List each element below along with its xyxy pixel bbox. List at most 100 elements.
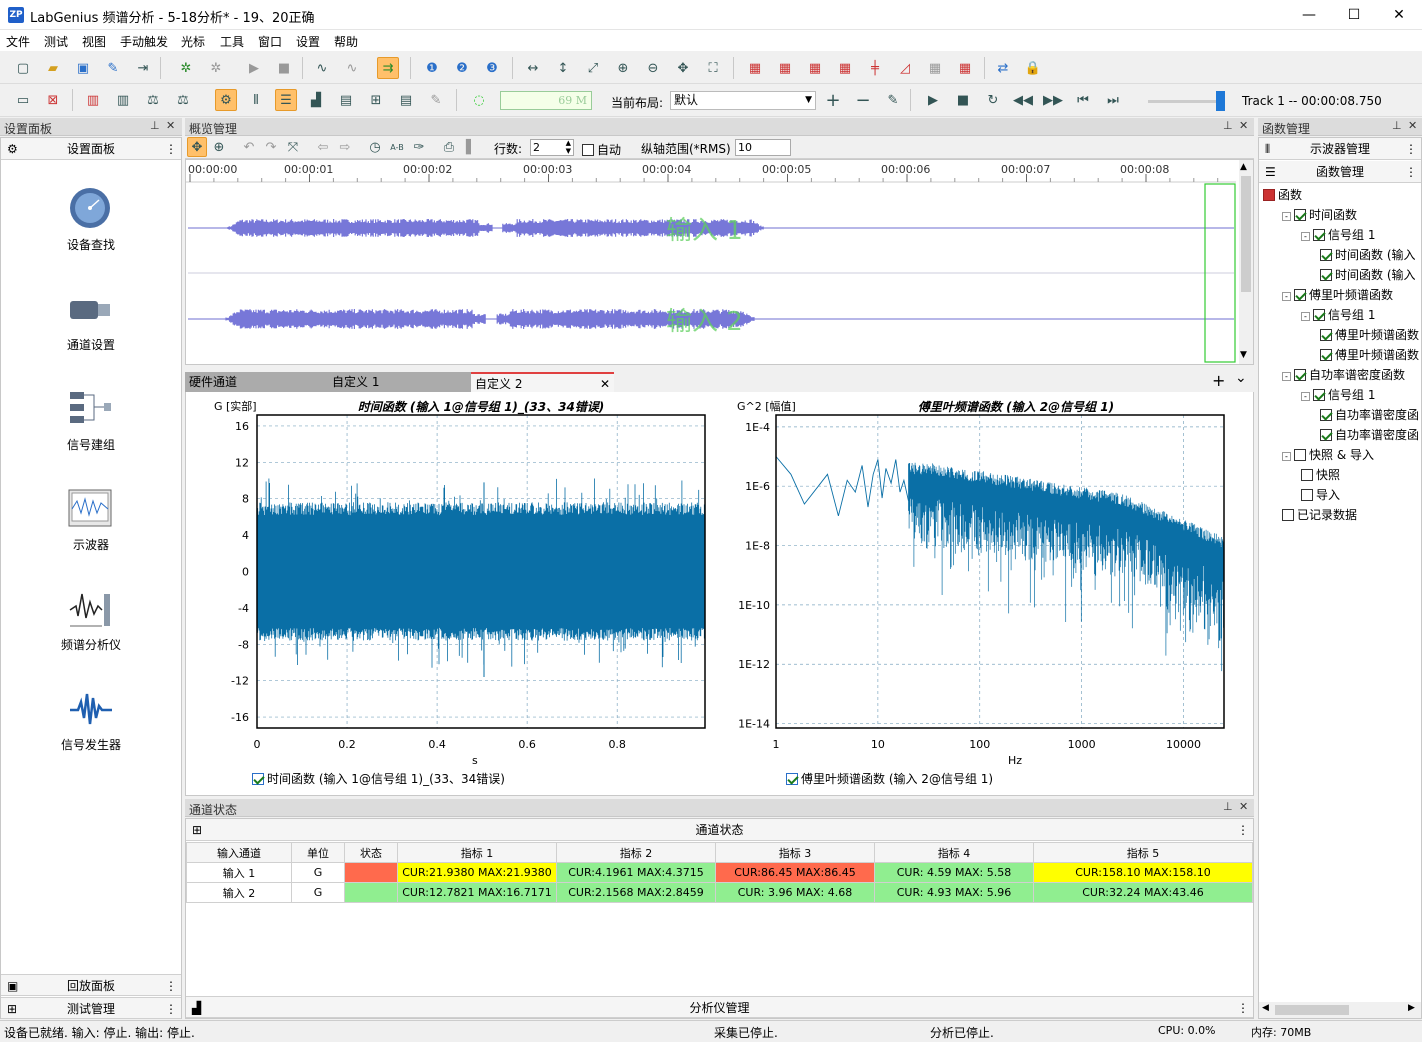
menu-help[interactable]: 帮助 bbox=[334, 33, 358, 50]
tree-checkbox[interactable] bbox=[1320, 409, 1332, 421]
metric-cell[interactable]: CUR:12.7821 MAX:16.7171 bbox=[397, 882, 557, 903]
tree-checkbox[interactable] bbox=[1263, 189, 1275, 201]
waveform-icon[interactable]: ∿ bbox=[311, 57, 333, 79]
edit-icon[interactable]: ✎ bbox=[102, 57, 124, 79]
lock-icon[interactable]: 🔒 bbox=[1022, 57, 1044, 79]
more-icon[interactable]: ⋮ bbox=[165, 138, 177, 160]
table-row[interactable]: 输入 1 G CUR:21.9380 MAX:21.9380 CUR:4.196… bbox=[186, 862, 1253, 883]
loop-icon[interactable]: ↻ bbox=[982, 89, 1004, 111]
more-icon[interactable]: ⋮ bbox=[1237, 819, 1249, 841]
save-icon[interactable]: ▣ bbox=[72, 57, 94, 79]
playback-slider-thumb[interactable] bbox=[1216, 91, 1225, 111]
playback-slider[interactable] bbox=[1148, 100, 1224, 103]
tree-node[interactable]: - 信号组 1 bbox=[1301, 386, 1375, 403]
column-header[interactable]: 指标 3 bbox=[715, 842, 875, 863]
collapse-icon[interactable]: - bbox=[1301, 312, 1310, 321]
tree-node[interactable]: - 信号组 1 bbox=[1301, 226, 1375, 243]
skip-end-icon[interactable]: ⏭ bbox=[1102, 89, 1124, 111]
collapse-icon[interactable]: - bbox=[1282, 212, 1291, 221]
metric-cell[interactable]: CUR: 3.96 MAX: 4.68 bbox=[715, 882, 875, 903]
undo-icon[interactable]: ↶ bbox=[239, 137, 259, 157]
column-header[interactable]: 指标 4 bbox=[874, 842, 1034, 863]
tree-checkbox[interactable] bbox=[1320, 329, 1332, 341]
disconnect-icon[interactable]: ✲ bbox=[205, 57, 227, 79]
metric-cell[interactable]: CUR:86.45 MAX:86.45 bbox=[715, 862, 875, 883]
swap-icon[interactable]: ⇄ bbox=[992, 57, 1014, 79]
stop-record-icon[interactable]: ■ bbox=[273, 57, 295, 79]
column-header[interactable]: 单位 bbox=[291, 842, 345, 863]
chart-bar2-icon[interactable]: ▥ bbox=[112, 89, 134, 111]
menu-cursor[interactable]: 光标 bbox=[181, 33, 205, 50]
grid-chart2-icon[interactable]: ▦ bbox=[774, 57, 796, 79]
fit-diagonal-icon[interactable]: ⤢ bbox=[582, 57, 604, 79]
channel-cell[interactable]: 输入 2 bbox=[186, 882, 292, 903]
tree-node[interactable]: 导入 bbox=[1301, 486, 1340, 503]
metric-cell[interactable]: CUR: 4.59 MAX: 5.58 bbox=[874, 862, 1034, 883]
oscilloscope-label[interactable]: 示波器 bbox=[1, 536, 181, 553]
spectrum-analyzer-icon[interactable] bbox=[68, 586, 112, 630]
tree-checkbox[interactable] bbox=[1294, 289, 1306, 301]
menu-manual-trigger[interactable]: 手动触发 bbox=[120, 33, 168, 50]
tree-checkbox[interactable] bbox=[1282, 509, 1294, 521]
tab-custom-1[interactable]: 自定义 1 bbox=[328, 372, 471, 392]
pan-icon[interactable]: ✥ bbox=[672, 57, 694, 79]
open-folder-icon[interactable]: ▰ bbox=[42, 57, 64, 79]
channel-settings-icon[interactable] bbox=[68, 288, 112, 332]
menu-file[interactable]: 文件 bbox=[6, 33, 30, 50]
function-management-tab[interactable]: ☰ 函数管理 ⋮ bbox=[1259, 161, 1421, 183]
tree-hscrollbar[interactable]: ◀ ▶ bbox=[1259, 1002, 1421, 1018]
menu-view[interactable]: 视图 bbox=[82, 33, 106, 50]
collapse-icon[interactable]: - bbox=[1282, 292, 1291, 301]
channel-settings-label[interactable]: 通道设置 bbox=[1, 336, 181, 353]
tree-node[interactable]: - 快照 & 导入 bbox=[1282, 446, 1374, 463]
close-icon[interactable]: ✕ bbox=[1239, 119, 1248, 132]
bars-icon[interactable]: ▌ bbox=[461, 137, 481, 157]
minimize-button[interactable]: — bbox=[1286, 0, 1332, 30]
status-cell[interactable] bbox=[344, 882, 398, 903]
form-icon[interactable]: ▤ bbox=[395, 89, 417, 111]
device-search-label[interactable]: 设备查找 bbox=[1, 236, 181, 253]
window2-icon[interactable]: ❷ bbox=[451, 57, 473, 79]
column-header[interactable]: 指标 5 bbox=[1033, 842, 1253, 863]
tree-checkbox[interactable] bbox=[1320, 269, 1332, 281]
grid-chart3-icon[interactable]: ▦ bbox=[804, 57, 826, 79]
table-row[interactable]: 输入 2 G CUR:12.7821 MAX:16.7171 CUR:2.156… bbox=[186, 882, 1253, 903]
tree-node[interactable]: 已记录数据 bbox=[1282, 506, 1357, 523]
close-button[interactable]: ✕ bbox=[1376, 0, 1422, 30]
edit-layout-icon[interactable]: ✎ bbox=[882, 89, 904, 111]
fit-vertical-icon[interactable]: ↕ bbox=[552, 57, 574, 79]
scroll-right-icon[interactable]: ▶ bbox=[1408, 1003, 1415, 1013]
grid-layout-icon[interactable]: ⊞ bbox=[365, 89, 387, 111]
fit-icon[interactable]: ⤧ bbox=[283, 137, 303, 157]
fit-horizontal-icon[interactable]: ↔ bbox=[522, 57, 544, 79]
tree-checkbox[interactable] bbox=[1294, 209, 1306, 221]
tree-node[interactable]: 傅里叶频谱函数 bbox=[1320, 346, 1419, 363]
add-tab-button[interactable]: + bbox=[1212, 372, 1225, 390]
tree-checkbox[interactable] bbox=[1301, 489, 1313, 501]
tree-node[interactable]: 傅里叶频谱函数 bbox=[1320, 326, 1419, 343]
grid-chart1-icon[interactable]: ▦ bbox=[744, 57, 766, 79]
tree-checkbox[interactable] bbox=[1301, 469, 1313, 481]
grid-slope-icon[interactable]: ◿ bbox=[894, 57, 916, 79]
collapse-icon[interactable]: - bbox=[1282, 452, 1291, 461]
signal-generator-icon[interactable] bbox=[68, 686, 112, 730]
tree-checkbox[interactable] bbox=[1320, 429, 1332, 441]
zoom-out-icon[interactable]: ⊖ bbox=[642, 57, 664, 79]
play-record-icon[interactable]: ▶ bbox=[243, 57, 265, 79]
fft-chart[interactable]: 1E-4 1E-6 1E-8 1E-10 1E-12 1E-141 10 100 1000 100… bbox=[716, 392, 1253, 796]
pin-icon[interactable]: ⊥ bbox=[150, 119, 160, 132]
metric-cell[interactable]: CUR: 4.93 MAX: 5.96 bbox=[874, 882, 1034, 903]
device-search-icon[interactable] bbox=[68, 186, 112, 230]
column-header[interactable]: 输入通道 bbox=[186, 842, 292, 863]
more-icon[interactable]: ⋮ bbox=[165, 998, 177, 1020]
tree-node[interactable]: - 信号组 1 bbox=[1301, 306, 1375, 323]
menu-window[interactable]: 窗口 bbox=[258, 33, 282, 50]
collapse-icon[interactable]: - bbox=[1282, 372, 1291, 381]
metric-cell[interactable]: CUR:158.10 MAX:158.10 bbox=[1033, 862, 1253, 883]
more-icon[interactable]: ⋮ bbox=[1405, 138, 1417, 160]
scroll-up-icon[interactable]: ▲ bbox=[1240, 162, 1247, 172]
oscilloscope-icon[interactable] bbox=[68, 486, 112, 530]
grid-clear-icon[interactable]: ▦ bbox=[954, 57, 976, 79]
tree-checkbox[interactable] bbox=[1313, 309, 1325, 321]
tree-checkbox[interactable] bbox=[1320, 249, 1332, 261]
